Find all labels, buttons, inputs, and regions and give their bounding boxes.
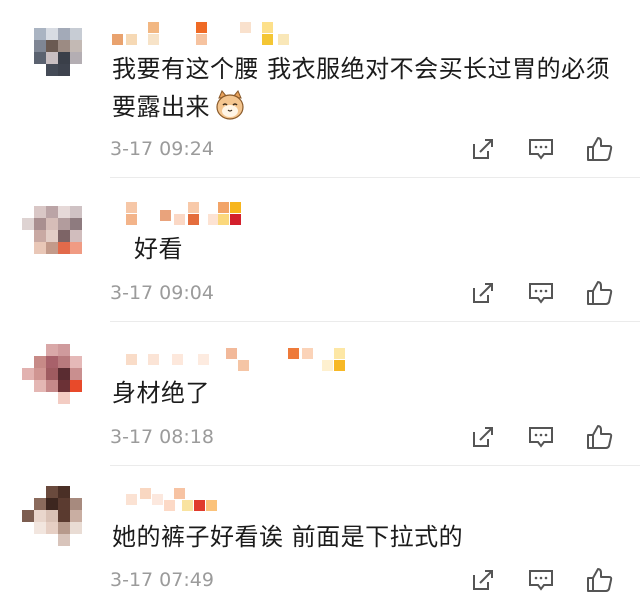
comment-actions — [468, 565, 618, 595]
like-icon — [587, 281, 613, 305]
share-button[interactable] — [468, 134, 498, 164]
avatar[interactable] — [22, 22, 92, 92]
comment-text: 我要有这个腰 我衣服绝对不会买长过胃的必须要露出来 — [112, 50, 616, 126]
comment-text-content: 我要有这个腰 我衣服绝对不会买长过胃的必须要露出来 — [112, 55, 611, 121]
like-button[interactable] — [584, 565, 614, 595]
cat-emoji-icon — [214, 89, 246, 121]
avatar[interactable] — [22, 200, 92, 270]
share-button[interactable] — [468, 278, 498, 308]
share-icon — [473, 139, 493, 159]
timestamp: 3-17 08:18 — [110, 426, 214, 448]
comment-actions — [468, 134, 618, 164]
comment-button[interactable] — [526, 565, 556, 595]
comment-icon — [529, 427, 553, 448]
comment-text: 身材绝了 — [112, 379, 210, 407]
comment-actions — [468, 278, 618, 308]
timestamp: 3-17 09:24 — [110, 138, 214, 160]
comment-actions — [468, 422, 618, 452]
comment-button[interactable] — [526, 134, 556, 164]
divider — [110, 321, 640, 322]
share-icon — [473, 283, 493, 303]
comment-button[interactable] — [526, 422, 556, 452]
comment-button[interactable] — [526, 278, 556, 308]
divider — [110, 177, 640, 178]
like-button[interactable] — [584, 278, 614, 308]
like-button[interactable] — [584, 422, 614, 452]
timestamp: 3-17 07:49 — [110, 569, 214, 591]
comment-text: 她的裤子好看诶 前面是下拉式的 — [112, 523, 464, 551]
share-icon — [473, 570, 493, 590]
comment-text: 好看 — [134, 235, 183, 263]
share-button[interactable] — [468, 422, 498, 452]
like-icon — [587, 568, 613, 592]
like-button[interactable] — [584, 134, 614, 164]
comment-icon — [529, 570, 553, 591]
share-button[interactable] — [468, 565, 498, 595]
comment-icon — [529, 283, 553, 304]
comment-icon — [529, 139, 553, 160]
timestamp: 3-17 09:04 — [110, 282, 214, 304]
like-icon — [587, 137, 613, 161]
divider — [110, 465, 640, 466]
like-icon — [587, 425, 613, 449]
avatar[interactable] — [22, 338, 92, 408]
avatar[interactable] — [22, 486, 92, 556]
share-icon — [473, 427, 493, 447]
